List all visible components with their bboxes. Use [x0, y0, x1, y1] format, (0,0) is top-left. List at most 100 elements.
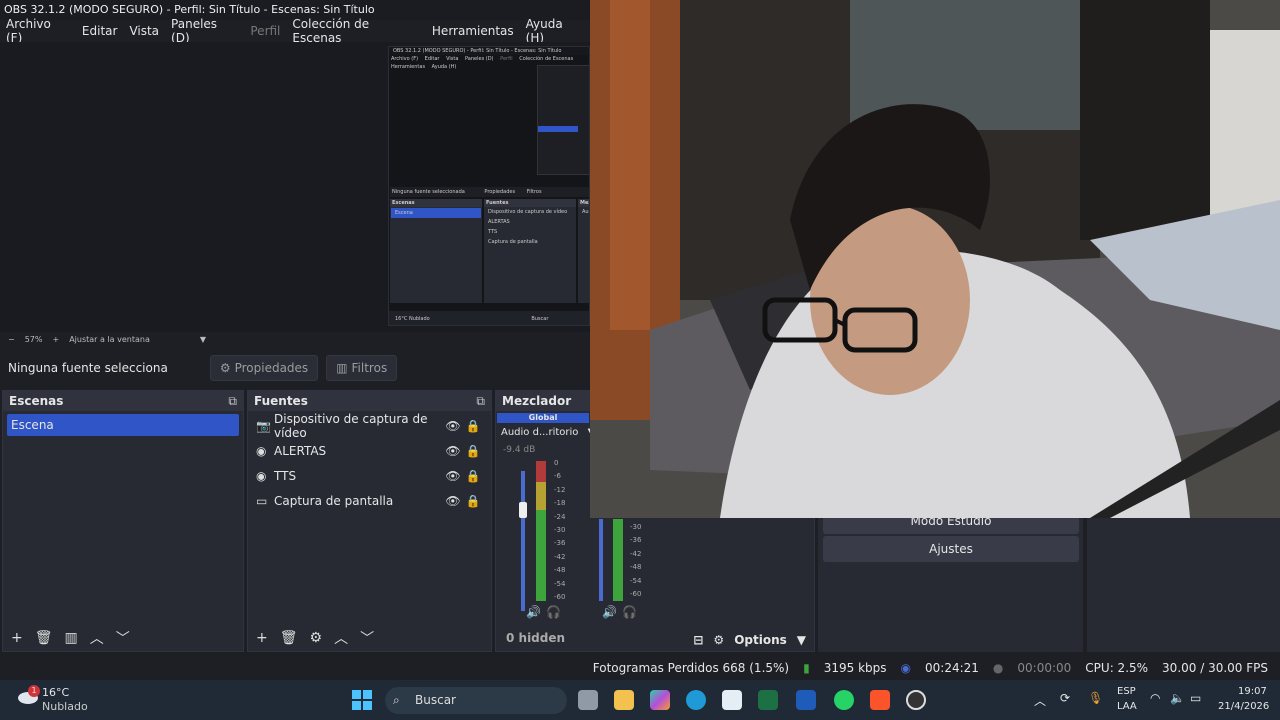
- trash-icon[interactable]: 🗑: [35, 630, 53, 646]
- audio-device-select[interactable]: Audio d...ritorio ▼: [501, 427, 595, 438]
- scenes-header: Escenas ⧉: [3, 391, 243, 411]
- excel-icon[interactable]: [758, 690, 778, 710]
- advanced-audio-icon[interactable]: ⚙: [713, 633, 724, 647]
- lock-icon[interactable]: 🔒: [463, 419, 483, 433]
- sync-icon[interactable]: ⟳: [1060, 691, 1070, 705]
- weather-text[interactable]: Nublado: [42, 700, 88, 713]
- chevron-down-icon[interactable]: ﹀: [116, 628, 130, 648]
- global-tab[interactable]: Global: [497, 413, 589, 423]
- menu-editar[interactable]: Editar: [76, 24, 124, 38]
- windows-taskbar: 1 16°C Nublado ⌕ Buscar ︿ ⟳ 🎙 ESP LAA ◠ …: [0, 680, 1280, 720]
- menu-coleccion-escenas[interactable]: Colección de Escenas: [286, 17, 426, 45]
- menu-archivo[interactable]: Archivo (F): [0, 17, 76, 45]
- clock-date[interactable]: 21/4/2026: [1218, 701, 1269, 712]
- lock-icon[interactable]: 🔒: [463, 444, 483, 458]
- volume-slider-track[interactable]: [599, 519, 603, 601]
- chevron-up-icon[interactable]: ︿: [1034, 692, 1046, 709]
- windows-start-icon[interactable]: [352, 690, 372, 710]
- lock-icon[interactable]: 🔒: [463, 469, 483, 483]
- obs-icon[interactable]: [906, 690, 926, 710]
- file-explorer-icon[interactable]: [614, 690, 634, 710]
- chevron-up-icon[interactable]: ︿: [90, 628, 104, 648]
- weather-badge: 1: [28, 685, 40, 697]
- microphone-icon[interactable]: 🎙: [1088, 691, 1103, 705]
- volume-slider-track[interactable]: [521, 471, 525, 611]
- task-view-icon[interactable]: [578, 690, 598, 710]
- wifi-icon[interactable]: ◠: [1150, 691, 1160, 705]
- controls-dock: Modo Estudio Ajustes: [818, 508, 1083, 652]
- eye-icon[interactable]: 👁: [443, 469, 463, 483]
- taskbar-search[interactable]: ⌕ Buscar: [385, 687, 567, 714]
- filter-icon[interactable]: ▥: [65, 630, 78, 646]
- source-item[interactable]: ◉ ALERTAS 👁 🔒: [248, 438, 491, 463]
- nested-properties: Propiedades: [484, 189, 516, 195]
- clock-time[interactable]: 19:07: [1238, 686, 1267, 697]
- chevron-down-icon[interactable]: ▼: [797, 633, 806, 647]
- options-button[interactable]: Options: [734, 633, 787, 647]
- signal-icon: ▮: [803, 660, 810, 675]
- nested-weather-text: Nublado: [408, 316, 430, 322]
- volume-icon[interactable]: 🔈: [1170, 691, 1185, 705]
- battery-icon[interactable]: ▭: [1190, 691, 1201, 705]
- trash-icon[interactable]: 🗑: [280, 630, 298, 646]
- headphones-icon[interactable]: 🎧: [622, 605, 637, 619]
- weather-temp[interactable]: 16°C: [42, 686, 69, 699]
- headphones-icon[interactable]: 🎧: [546, 605, 561, 619]
- eye-icon[interactable]: 👁: [443, 419, 463, 433]
- chevron-down-icon[interactable]: ﹀: [360, 628, 374, 648]
- store-icon[interactable]: [722, 690, 742, 710]
- filters-button[interactable]: ▥ Filtros: [326, 355, 398, 381]
- chevron-down-icon[interactable]: ▼: [200, 335, 206, 344]
- source-item[interactable]: ▭ Captura de pantalla 👁 🔒: [248, 488, 491, 513]
- undock-icon[interactable]: ⧉: [228, 391, 237, 411]
- speaker-icon[interactable]: 🔊: [526, 605, 541, 619]
- menu-bar: Archivo (F) Editar Vista Paneles (D) Per…: [0, 17, 590, 45]
- whatsapp-icon[interactable]: [834, 690, 854, 710]
- settings-button[interactable]: Ajustes: [823, 536, 1079, 562]
- sources-header: Fuentes ⧉: [248, 391, 491, 411]
- menu-perfil[interactable]: Perfil: [244, 24, 286, 38]
- nested-source-item: Captura de pantalla: [488, 239, 538, 245]
- menu-paneles[interactable]: Paneles (D): [165, 17, 244, 45]
- add-icon[interactable]: +: [256, 630, 268, 646]
- nested-menu-item: Archivo (F): [391, 56, 419, 62]
- globe-icon: ◉: [256, 443, 267, 458]
- menu-ayuda[interactable]: Ayuda (H): [520, 17, 590, 45]
- speaker-icon[interactable]: 🔊: [602, 605, 617, 619]
- nested-recursive-preview: [537, 65, 589, 175]
- filters-label: Filtros: [351, 361, 388, 375]
- zoom-out-button[interactable]: −: [8, 335, 15, 344]
- brave-icon[interactable]: [870, 690, 890, 710]
- source-item[interactable]: 📷 Dispositivo de captura de vídeo 👁 🔒: [248, 412, 491, 440]
- source-toolbar: Ninguna fuente selecciona ⚙ Propiedades …: [0, 349, 590, 387]
- no-source-label: Ninguna fuente selecciona: [8, 361, 168, 375]
- keyboard-layout[interactable]: LAA: [1117, 701, 1137, 712]
- properties-button[interactable]: ⚙ Propiedades: [209, 355, 319, 381]
- source-item[interactable]: ◉ TTS 👁 🔒: [248, 463, 491, 488]
- zoom-fit-select[interactable]: Ajustar a la ventana: [69, 335, 150, 344]
- scenes-dock: Escenas ⧉ Escena + 🗑 ▥ ︿ ﹀: [2, 390, 244, 652]
- transitions-dock: [1087, 518, 1280, 652]
- word-icon[interactable]: [796, 690, 816, 710]
- language-indicator[interactable]: ESP: [1117, 686, 1136, 697]
- scene-item[interactable]: Escena: [7, 414, 239, 436]
- add-icon[interactable]: +: [11, 630, 23, 646]
- fps: 30.00 / 30.00 FPS: [1162, 660, 1268, 675]
- zoom-bar: − 57% + Ajustar a la ventana ▼: [0, 332, 590, 346]
- eye-icon[interactable]: 👁: [443, 444, 463, 458]
- edge-icon[interactable]: [686, 690, 706, 710]
- zoom-in-button[interactable]: +: [52, 335, 59, 344]
- copilot-icon[interactable]: [650, 690, 670, 710]
- gear-icon[interactable]: ⚙: [310, 630, 323, 646]
- undock-icon[interactable]: ⧉: [476, 391, 485, 411]
- eye-icon[interactable]: 👁: [443, 494, 463, 508]
- layout-icon[interactable]: ⊟: [693, 633, 703, 647]
- volume-slider-handle[interactable]: [519, 502, 527, 518]
- menu-vista[interactable]: Vista: [123, 24, 165, 38]
- gear-icon: ⚙: [219, 361, 231, 375]
- monitor-icon: ▭: [256, 493, 268, 508]
- menu-herramientas[interactable]: Herramientas: [426, 24, 520, 38]
- chevron-up-icon[interactable]: ︿: [334, 628, 348, 648]
- lock-icon[interactable]: 🔒: [463, 494, 483, 508]
- nested-menu-item: Colección de Escenas: [519, 56, 574, 62]
